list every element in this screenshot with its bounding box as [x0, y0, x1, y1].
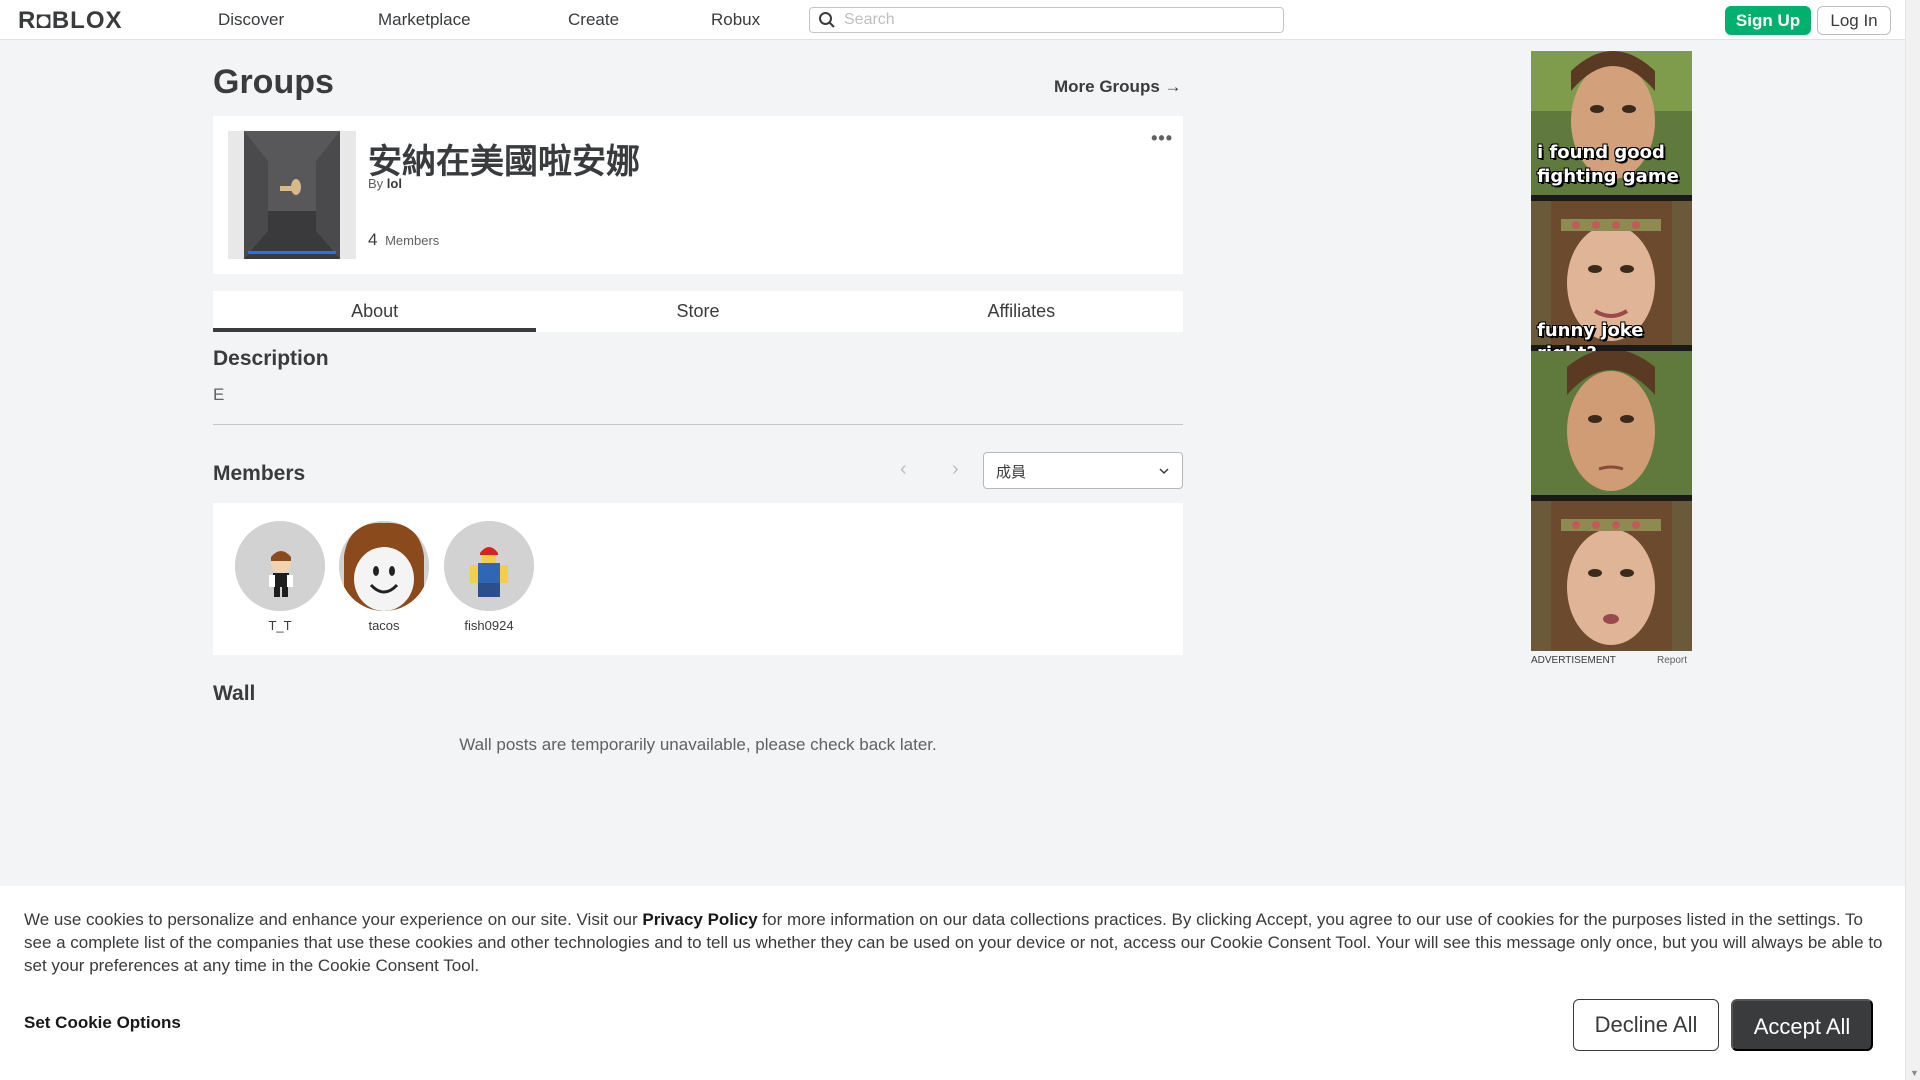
nav-robux[interactable]: Robux — [711, 10, 760, 30]
ad-panel — [1531, 351, 1692, 501]
member-item[interactable]: T_T — [230, 521, 330, 633]
login-button[interactable]: Log In — [1817, 6, 1891, 35]
roblox-logo[interactable]: R◘BLOX — [18, 7, 123, 35]
group-header-card: 安納在美國啦安娜 By lol 4 Members ••• — [213, 116, 1183, 274]
member-name[interactable]: fish0924 — [439, 618, 539, 633]
description-heading: Description — [213, 347, 329, 370]
description-text: E — [213, 385, 225, 404]
group-emblem — [228, 131, 356, 259]
avatar[interactable] — [235, 521, 325, 611]
cookie-text-start: We use cookies to personalize and enhanc… — [24, 910, 643, 929]
avatar[interactable] — [339, 521, 429, 611]
ad-caption: fighting game — [1537, 166, 1679, 187]
ad-panel — [1531, 501, 1692, 651]
ad-caption: funny joke right? — [1537, 320, 1644, 351]
cookie-message: We use cookies to personalize and enhanc… — [24, 908, 1884, 977]
search-input[interactable] — [844, 10, 1274, 30]
members-heading: Members — [213, 462, 306, 485]
privacy-policy-link[interactable]: Privacy Policy — [642, 910, 757, 929]
group-owner: By lol — [368, 176, 402, 191]
signup-button[interactable]: Sign Up — [1725, 6, 1811, 35]
prev-page-icon[interactable]: ‹ — [900, 458, 907, 481]
by-label: By — [368, 176, 384, 191]
ad-label: ADVERTISEMENT — [1531, 655, 1616, 666]
accept-all-button[interactable]: Accept All — [1731, 999, 1873, 1051]
group-member-count: 4 Members — [368, 230, 439, 250]
wall-heading: Wall — [213, 682, 256, 705]
more-dots-icon[interactable]: ••• — [1151, 128, 1173, 149]
wall-unavailable-message: Wall posts are temporarily unavailable, … — [459, 735, 937, 754]
search-box[interactable] — [809, 7, 1284, 33]
ad-report-link[interactable]: Report — [1657, 655, 1687, 666]
tab-about[interactable]: About — [213, 291, 537, 332]
nav-marketplace[interactable]: Marketplace — [378, 10, 471, 30]
group-name: 安納在美國啦安娜 — [368, 143, 640, 181]
advertisement-banner[interactable]: i found good fighting game funny joke ri… — [1531, 51, 1692, 651]
set-cookie-options-link[interactable]: Set Cookie Options — [24, 1013, 181, 1033]
ad-panel: i found good fighting game — [1531, 51, 1692, 201]
tab-affiliates[interactable]: Affiliates — [860, 291, 1183, 332]
nav-discover[interactable]: Discover — [218, 10, 284, 30]
nav-create[interactable]: Create — [568, 10, 619, 30]
ad-panel: funny joke right? — [1531, 201, 1692, 351]
page-scrollbar[interactable]: ▼ — [1905, 0, 1920, 1080]
scroll-down-icon[interactable]: ▼ — [1910, 1068, 1919, 1078]
cookie-banner: We use cookies to personalize and enhanc… — [0, 886, 1905, 1080]
more-groups-link[interactable]: More Groups → — [1054, 77, 1182, 97]
decline-all-button[interactable]: Decline All — [1573, 999, 1719, 1051]
top-nav: R◘BLOX Discover Marketplace Create Robux… — [0, 0, 1905, 40]
role-dropdown[interactable]: 成員 — [983, 452, 1183, 489]
tab-store[interactable]: Store — [536, 291, 859, 332]
member-item[interactable]: fish0924 — [439, 521, 539, 633]
member-count-value: 4 — [368, 230, 378, 249]
member-name[interactable]: T_T — [230, 618, 330, 633]
member-item[interactable]: tacos — [334, 521, 434, 633]
page-title: Groups — [213, 63, 334, 101]
ad-caption: i found good — [1537, 142, 1665, 163]
members-list: T_T tacos fish0924 — [213, 503, 1183, 655]
group-tabs: About Store Affiliates — [213, 291, 1183, 332]
chevron-down-icon — [1159, 468, 1169, 475]
role-dropdown-value: 成員 — [996, 464, 1027, 481]
member-name[interactable]: tacos — [334, 618, 434, 633]
search-icon — [819, 12, 835, 28]
avatar[interactable] — [444, 521, 534, 611]
section-divider — [213, 424, 1183, 425]
member-count-label: Members — [385, 233, 440, 248]
next-page-icon[interactable]: › — [952, 458, 959, 481]
owner-link[interactable]: lol — [387, 176, 402, 191]
